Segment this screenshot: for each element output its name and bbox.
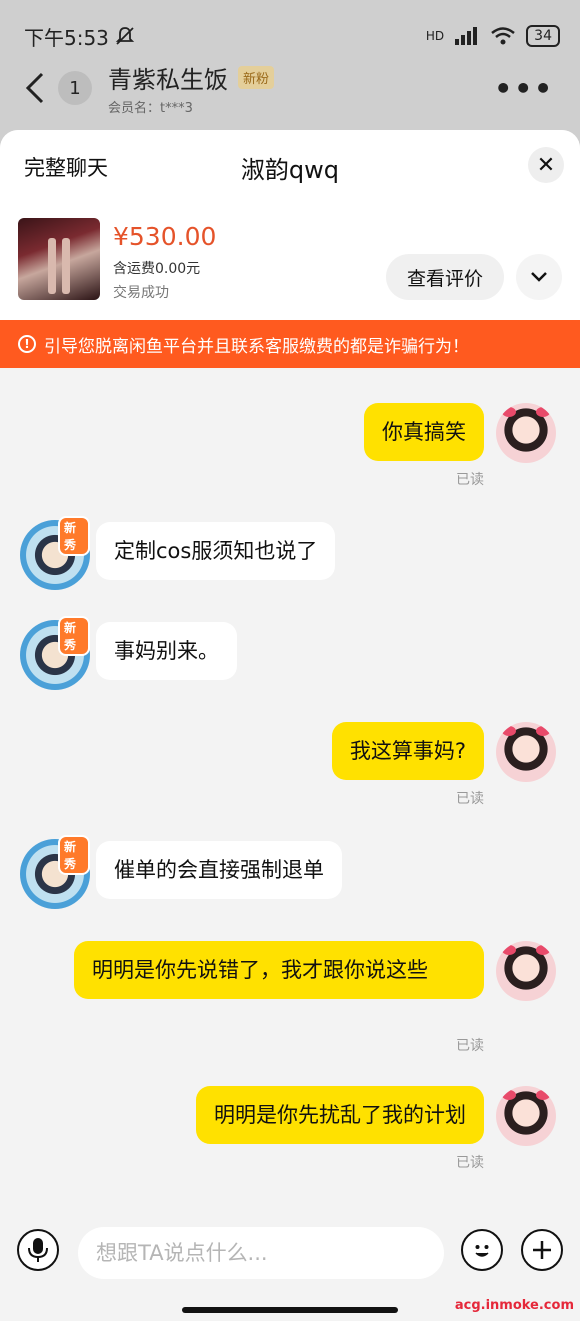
message-bubble[interactable]: 事妈别来。 <box>96 622 237 680</box>
read-receipt: 已读 <box>456 472 484 488</box>
seller-info: 青紫私生饭 新粉 会员名：t***3 <box>108 60 275 116</box>
user-avatar[interactable] <box>496 941 556 1001</box>
sheet-header: 完整聊天 淑韵qwq ✕ <box>0 130 580 200</box>
battery-indicator: 34 <box>526 25 560 47</box>
chat-message: 我这算事妈? 已读 <box>0 722 580 822</box>
status-time: 下午5:53 <box>24 25 109 50</box>
avatar-badge: 新秀 <box>58 516 90 556</box>
order-card[interactable]: ¥530.00 含运费0.00元 交易成功 查看评价 <box>0 200 580 320</box>
read-receipt: 已读 <box>456 1038 484 1054</box>
user-avatar[interactable] <box>496 722 556 782</box>
product-thumbnail[interactable] <box>18 218 100 300</box>
message-input[interactable] <box>78 1227 444 1279</box>
expand-order-button[interactable] <box>516 254 562 300</box>
message-bubble[interactable]: 催单的会直接强制退单 <box>96 841 342 899</box>
avatar-badge: 新秀 <box>58 835 90 875</box>
sheet-title: 淑韵qwq <box>240 156 340 184</box>
read-receipt: 已读 <box>456 791 484 807</box>
warning-text: 引导您脱离闲鱼平台并且联系客服缴费的都是诈骗行为！ <box>44 336 469 357</box>
wifi-icon <box>491 27 515 45</box>
status-bar: 下午5:53 HD 34 <box>24 18 560 54</box>
network-label: HD <box>425 29 445 43</box>
message-bubble[interactable]: 你真搞笑 <box>364 403 484 461</box>
message-bubble[interactable]: 明明是你先说错了，我才跟你说这些 <box>74 941 484 999</box>
plus-icon[interactable] <box>521 1229 563 1271</box>
chat-message: 明明是你先扰乱了我的计划 已读 <box>0 1086 580 1186</box>
fraud-warning-banner: ! 引导您脱离闲鱼平台并且联系客服缴费的都是诈骗行为！ <box>0 320 580 368</box>
message-list[interactable]: 你真搞笑 已读 新秀 定制cos服须知也说了 新秀 事妈别来。 我这算事妈? 已… <box>0 368 580 1218</box>
home-indicator <box>182 1307 398 1313</box>
member-name: 会员名：t***3 <box>108 101 193 116</box>
signal-icon <box>455 27 478 45</box>
chat-message: 新秀 催单的会直接强制退单 <box>0 835 580 921</box>
input-bar: acg.inmoke.com <box>0 1210 580 1321</box>
seller-avatar[interactable]: 新秀 <box>20 516 90 590</box>
conversation-header: 1 青紫私生饭 新粉 会员名：t***3 ••• <box>20 58 560 118</box>
seller-name: 青紫私生饭 <box>108 66 228 94</box>
chevron-down-icon <box>531 272 547 282</box>
warning-icon: ! <box>18 335 36 353</box>
chat-message: 明明是你先说错了，我才跟你说这些 已读 <box>0 941 580 1061</box>
user-avatar[interactable] <box>496 403 556 463</box>
seller-avatar[interactable]: 新秀 <box>20 835 90 909</box>
back-arrow-icon[interactable] <box>20 68 50 108</box>
close-button[interactable]: ✕ <box>528 147 564 183</box>
more-options-icon[interactable]: ••• <box>494 72 554 105</box>
message-bubble[interactable]: 明明是你先扰乱了我的计划 <box>196 1086 484 1144</box>
order-price: ¥530.00 <box>113 222 217 251</box>
order-status: 交易成功 <box>113 285 169 301</box>
avatar-badge: 新秀 <box>58 616 90 656</box>
unread-count-badge: 1 <box>58 71 92 105</box>
watermark: acg.inmoke.com <box>454 1298 574 1313</box>
read-receipt: 已读 <box>456 1155 484 1171</box>
seller-avatar[interactable]: 新秀 <box>20 616 90 690</box>
shipping-fee: 含运费0.00元 <box>113 261 201 277</box>
smiley-icon[interactable] <box>461 1229 503 1271</box>
message-bubble[interactable]: 我这算事妈? <box>331 722 484 780</box>
chat-message: 你真搞笑 已读 <box>0 403 580 503</box>
bell-muted-icon <box>115 27 135 45</box>
new-fan-tag: 新粉 <box>238 66 275 89</box>
message-bubble[interactable]: 定制cos服须知也说了 <box>96 522 336 580</box>
view-review-button[interactable]: 查看评价 <box>386 254 504 300</box>
chat-message: 新秀 事妈别来。 <box>0 616 580 702</box>
user-avatar[interactable] <box>496 1086 556 1146</box>
chat-message: 新秀 定制cos服须知也说了 <box>0 516 580 602</box>
microphone-icon[interactable] <box>17 1229 59 1271</box>
